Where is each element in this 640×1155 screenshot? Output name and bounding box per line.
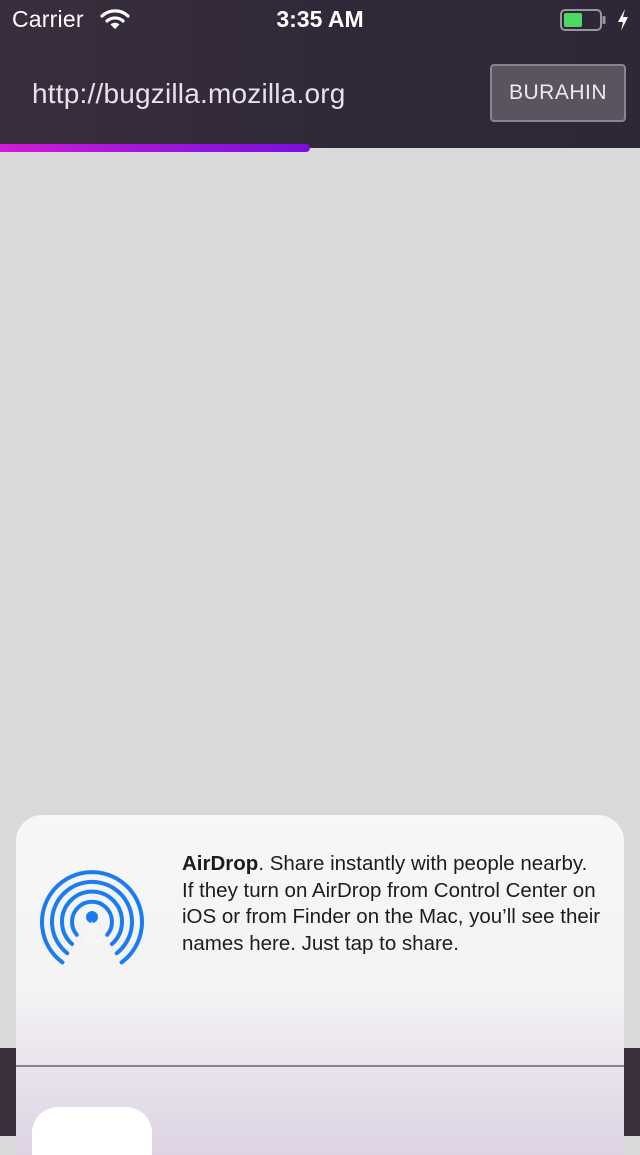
progress-fill (0, 144, 311, 152)
clock: 3:35 AM (276, 6, 364, 32)
airdrop-description: AirDrop. Share instantly with people nea… (182, 851, 602, 957)
loading-progress-bar (0, 144, 640, 152)
share-sheet: AirDrop. Share instantly with people nea… (16, 815, 624, 1155)
cancel-button[interactable]: BURAHIN (490, 64, 626, 122)
share-sheet-divider (16, 1065, 624, 1067)
share-app-tile[interactable] (32, 1107, 152, 1155)
airdrop-icon (40, 870, 144, 965)
status-bar: Carrier 3:35 AM (0, 0, 640, 40)
battery-icon (560, 9, 606, 31)
browser-toolbar: Carrier 3:35 AM http://bugzilla.mozilla.… (0, 0, 640, 148)
url-text[interactable]: http://bugzilla.mozilla.org (32, 78, 346, 110)
airdrop-title: AirDrop (182, 852, 259, 875)
bolt-icon (618, 9, 628, 31)
